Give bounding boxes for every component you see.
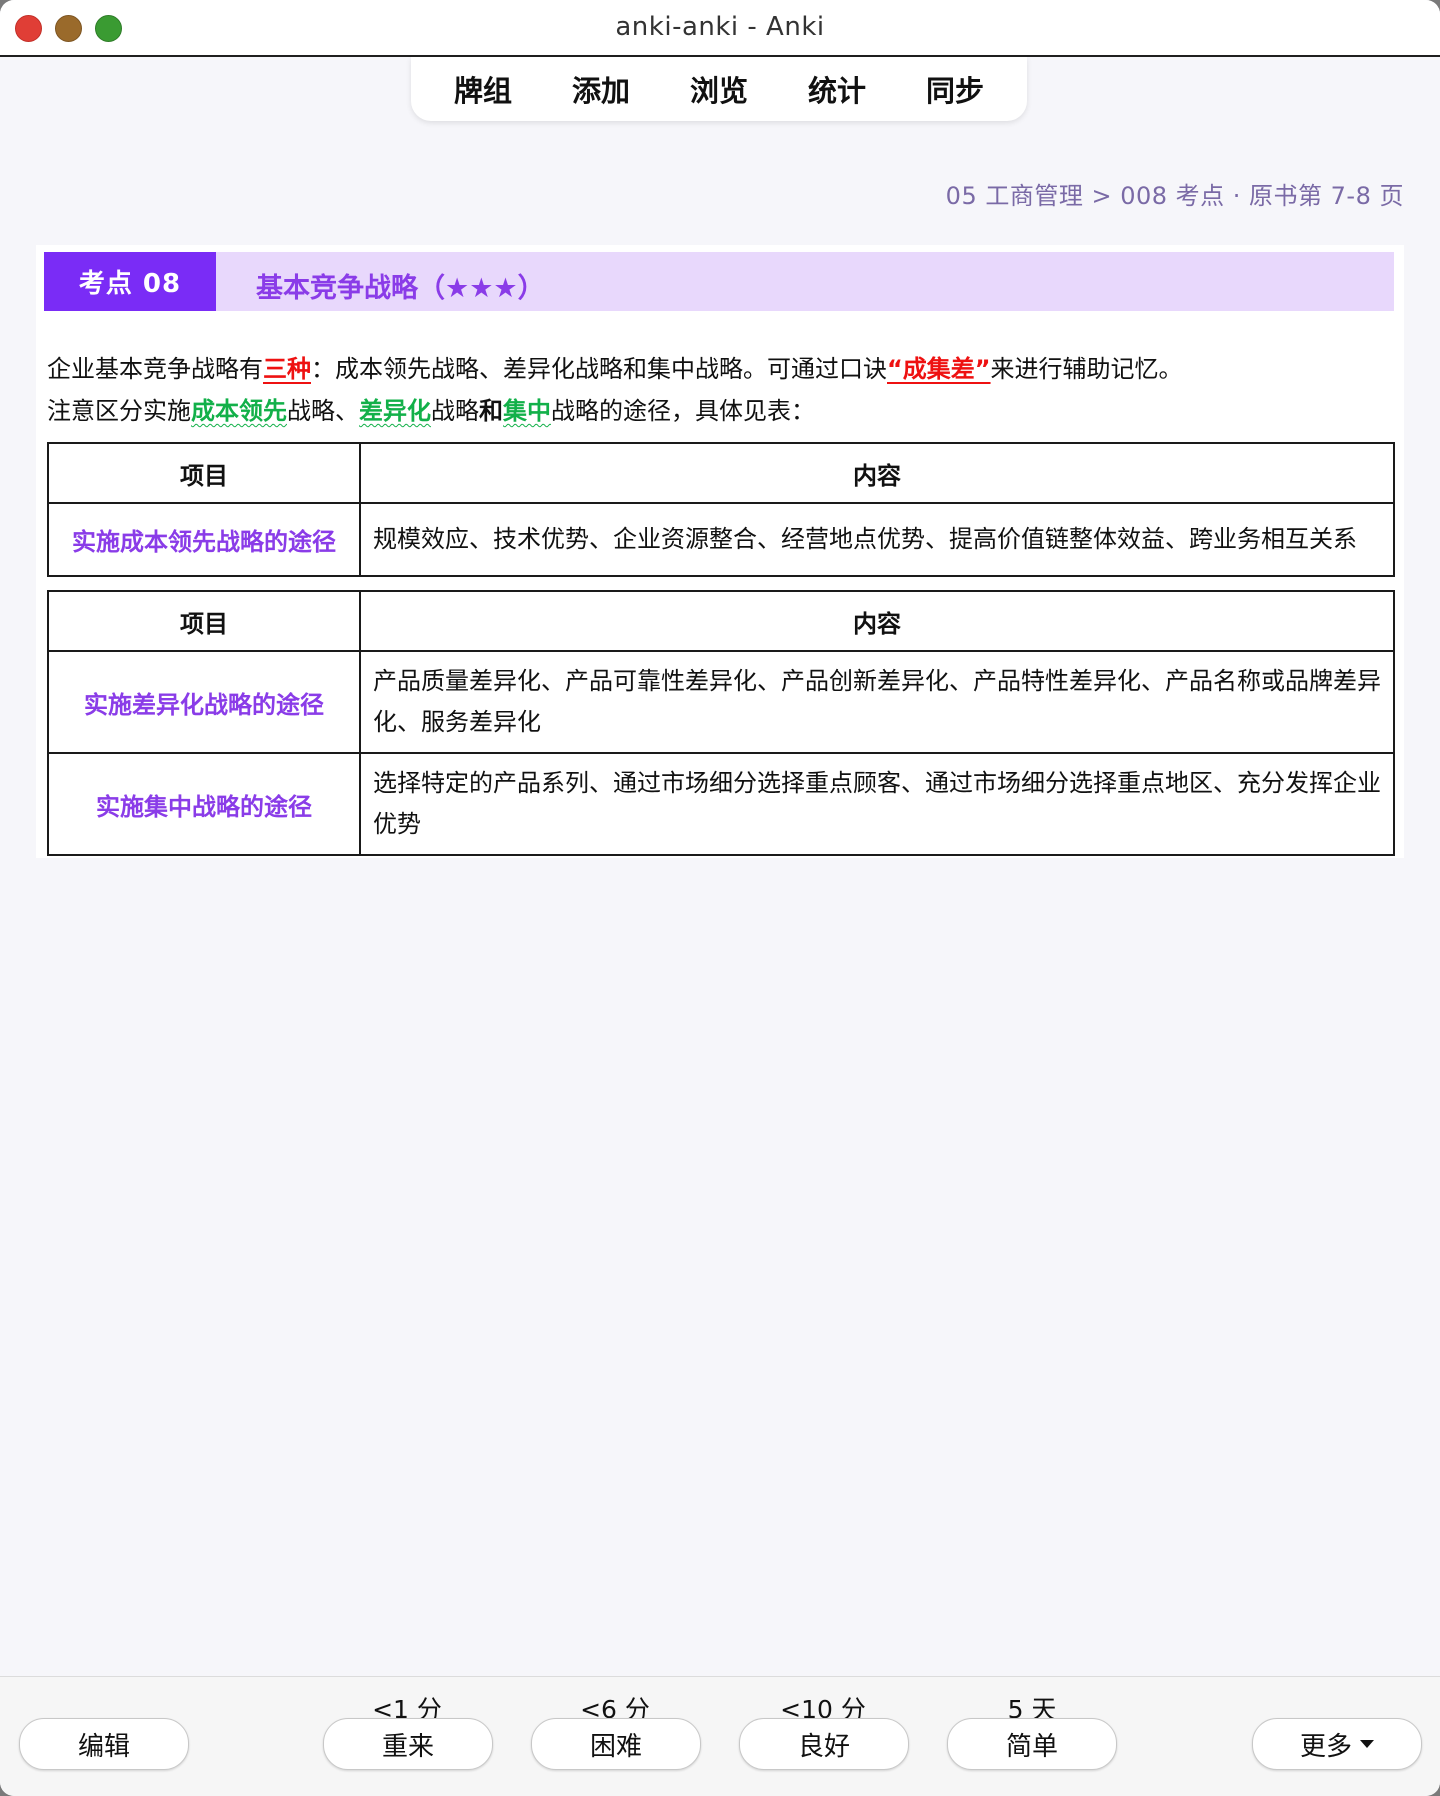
topic-badge: 考点 08 [44,252,216,311]
topic-title: 基本竞争战略（★★★） [256,273,545,304]
nav-sync[interactable]: 同步 [896,68,1014,110]
highlight-text: 差异化 [359,397,431,425]
review-bottom-bar: 编辑 <1 分 重来 <6 分 困难 <10 分 良好 5 天 简单 更多 [0,1676,1440,1796]
intro-paragraph: 企业基本竞争战略有三种：成本领先战略、差异化战略和集中战略。可通过口诀“成集差”… [47,349,1183,384]
row-content: 规模效应、技术优势、企业资源整合、经营地点优势、提高价值链整体效益、跨业务相互关… [359,502,1395,577]
highlight-text: 集中 [503,397,551,425]
row-item: 实施差异化战略的途径 [47,650,361,754]
cost-leadership-table: 项目 内容 实施成本领先战略的途径 规模效应、技术优势、企业资源整合、经营地点优… [47,442,1395,577]
text: 战略、 [287,397,359,425]
text: 战略的途径，具体见表： [551,397,815,425]
table-header-item: 项目 [47,442,361,504]
flashcard: 考点 08 基本竞争战略（★★★） 企业基本竞争战略有三种：成本领先战略、差异化… [36,245,1404,858]
highlight-text: 三种 [263,355,311,383]
more-button[interactable]: 更多 [1252,1718,1422,1770]
text: 和 [479,397,503,425]
highlight-text: 成本领先 [191,397,287,425]
differentiation-focus-table: 项目 内容 实施差异化战略的途径 产品质量差异化、产品可靠性差异化、产品创新差异… [47,590,1395,856]
breadcrumb: 05 工商管理 > 008 考点 · 原书第 7-8 页 [945,182,1404,210]
text: 注意区分实施 [47,397,191,425]
table-header-content: 内容 [359,442,1395,504]
top-nav: 牌组 添加 浏览 统计 同步 [411,57,1027,121]
nav-add[interactable]: 添加 [542,68,660,110]
edit-button[interactable]: 编辑 [19,1718,189,1770]
nav-browse[interactable]: 浏览 [660,68,778,110]
row-content: 产品质量差异化、产品可靠性差异化、产品创新差异化、产品特性差异化、产品名称或品牌… [359,650,1395,754]
table-row: 实施差异化战略的途径 产品质量差异化、产品可靠性差异化、产品创新差异化、产品特性… [47,650,1395,754]
nav-decks[interactable]: 牌组 [424,68,542,110]
text: 企业基本竞争战略有 [47,355,263,383]
table-header-item: 项目 [47,590,361,652]
title-bar: anki-anki - Anki [0,0,1440,57]
good-button[interactable]: 良好 [739,1718,909,1770]
row-item: 实施成本领先战略的途径 [47,502,361,577]
text: 来进行辅助记忆。 [990,355,1183,383]
again-button[interactable]: 重来 [323,1718,493,1770]
more-label: 更多 [1299,1731,1352,1762]
chevron-down-icon [1360,1740,1374,1748]
note-paragraph: 注意区分实施成本领先战略、差异化战略和集中战略的途径，具体见表： [47,391,815,426]
table-row: 实施集中战略的途径 选择特定的产品系列、通过市场细分选择重点顾客、通过市场细分选… [47,752,1395,856]
table-row: 实施成本领先战略的途径 规模效应、技术优势、企业资源整合、经营地点优势、提高价值… [47,502,1395,577]
table-header-content: 内容 [359,590,1395,652]
row-item: 实施集中战略的途径 [47,752,361,856]
text: 战略 [431,397,479,425]
row-content: 选择特定的产品系列、通过市场细分选择重点顾客、通过市场细分选择重点地区、充分发挥… [359,752,1395,856]
anki-window: anki-anki - Anki 牌组 添加 浏览 统计 同步 05 工商管理 … [0,0,1440,1796]
window-title: anki-anki - Anki [615,12,825,42]
easy-button[interactable]: 简单 [947,1718,1117,1770]
hard-button[interactable]: 困难 [531,1718,701,1770]
text: ：成本领先战略、差异化战略和集中战略。可通过口诀 [311,355,887,383]
mnemonic-text: “成集差” [887,355,991,383]
topic-header: 考点 08 基本竞争战略（★★★） [44,252,1394,311]
nav-stats[interactable]: 统计 [778,68,896,110]
